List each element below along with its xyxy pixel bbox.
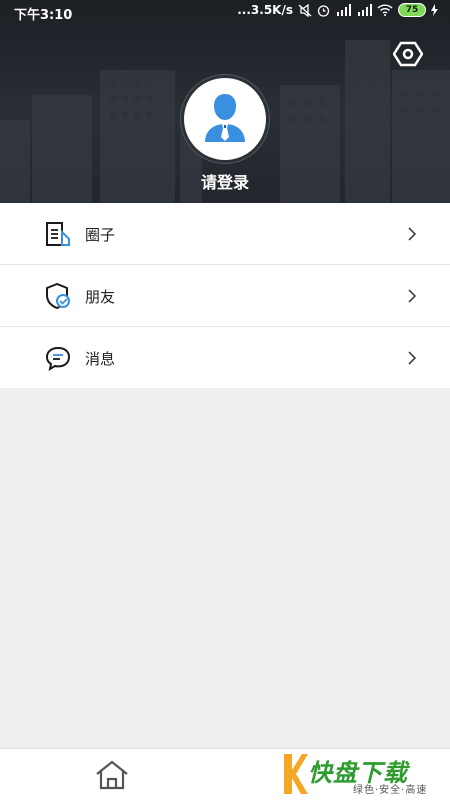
- watermark: 快盘下载 绿色·安全·高速: [278, 749, 450, 801]
- battery-icon: 75: [398, 3, 426, 17]
- home-icon[interactable]: [94, 759, 130, 791]
- shield-check-icon: [46, 282, 70, 310]
- menu-item-messages[interactable]: 消息: [0, 327, 450, 388]
- settings-icon[interactable]: [393, 41, 423, 67]
- profile-header: 下午3:10 ...3.5K/s 75 请登录: [0, 0, 450, 203]
- status-bar: 下午3:10 ...3.5K/s 75: [0, 0, 450, 24]
- watermark-subtitle: 绿色·安全·高速: [353, 785, 428, 796]
- status-icons: ...3.5K/s 75: [237, 3, 438, 17]
- signal-hd-icon: [358, 4, 372, 16]
- menu-item-circle[interactable]: 圈子: [0, 203, 450, 265]
- menu-item-friends[interactable]: 朋友: [0, 265, 450, 327]
- watermark-logo: [284, 754, 308, 794]
- bottom-tab-bar: 快盘下载 绿色·安全·高速: [0, 748, 450, 801]
- menu-item-label: 圈子: [85, 226, 116, 244]
- menu-item-label: 朋友: [85, 288, 116, 306]
- alarm-icon: [317, 4, 330, 17]
- menu-list: 圈子 朋友 消息: [0, 203, 450, 388]
- chat-bubble-icon: [45, 346, 71, 372]
- charging-icon: [431, 4, 438, 16]
- avatar[interactable]: [184, 78, 266, 160]
- status-time: 下午3:10: [14, 8, 73, 23]
- document-icon: [46, 222, 70, 246]
- signal-hd-icon: [337, 4, 351, 16]
- chevron-right-icon: [408, 227, 417, 241]
- chevron-right-icon: [408, 351, 417, 365]
- mute-icon: [298, 3, 312, 17]
- menu-item-label: 消息: [85, 350, 116, 368]
- wifi-icon: [377, 4, 393, 16]
- user-avatar-icon: [205, 94, 245, 142]
- network-speed: ...3.5K/s: [237, 3, 293, 17]
- chevron-right-icon: [408, 289, 417, 303]
- login-link[interactable]: 请登录: [0, 169, 450, 193]
